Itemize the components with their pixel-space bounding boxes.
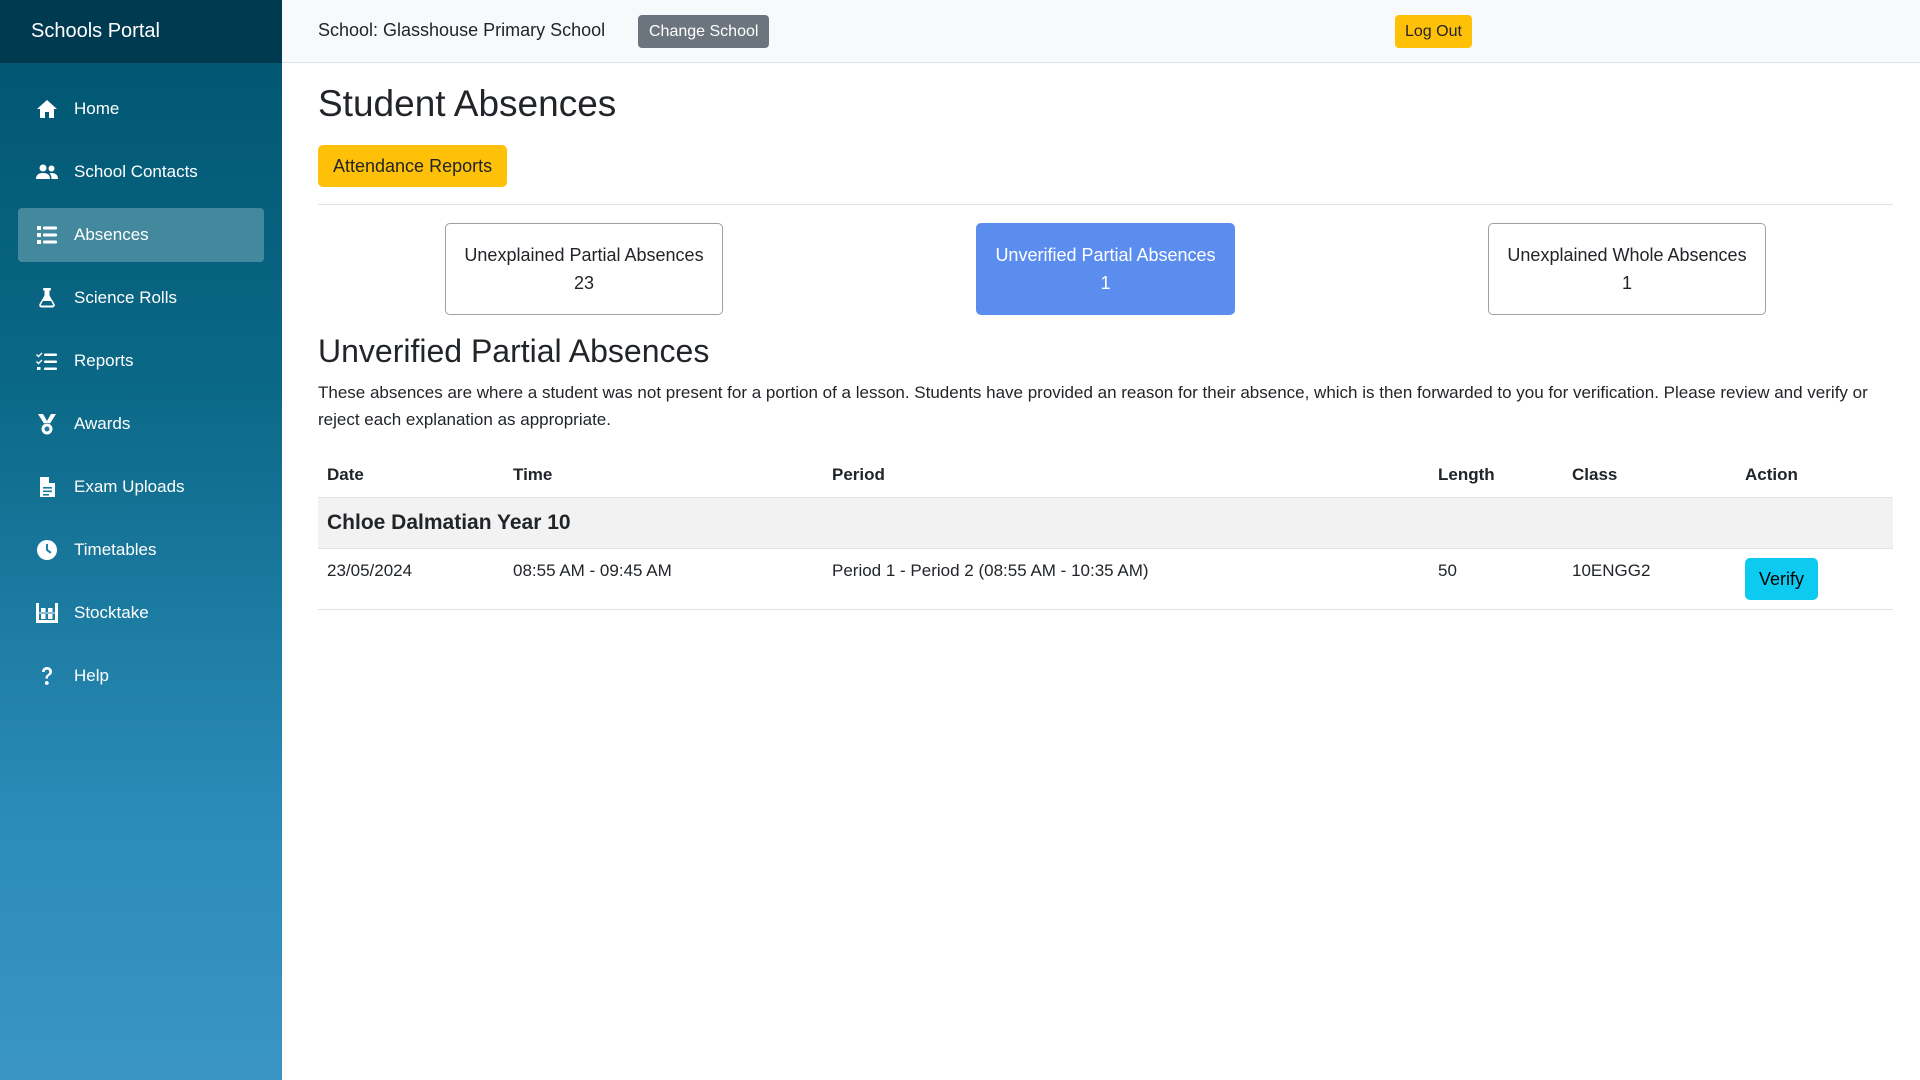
section-description: These absences are where a student was n… [318, 383, 1868, 429]
sidebar-item-label: Help [74, 666, 109, 685]
card-count: 1 [1100, 273, 1111, 293]
checklist-icon [34, 348, 60, 374]
home-icon [34, 96, 60, 122]
attendance-reports-button[interactable]: Attendance Reports [318, 145, 508, 187]
top-bar: School: Glasshouse Primary School Change… [282, 0, 1920, 63]
clock-icon [34, 537, 60, 563]
card-label: Unverified Partial Absences [995, 245, 1216, 265]
cell-length: 50 [1438, 561, 1457, 580]
header-time: Time [513, 465, 553, 484]
sidebar-item-school-contacts[interactable]: School Contacts [18, 145, 264, 199]
divider [318, 204, 1893, 205]
medal-icon [34, 411, 60, 437]
sidebar-item-science-rolls[interactable]: Science Rolls [18, 271, 264, 325]
sidebar-item-label: Reports [74, 351, 134, 370]
change-school-button[interactable]: Change School [638, 15, 770, 48]
header-period: Period [832, 465, 885, 484]
sidebar-nav: Home School Contacts Absences Science Ro… [0, 63, 282, 703]
cell-period: Period 1 - Period 2 (08:55 AM - 10:35 AM… [832, 561, 1149, 580]
sidebar-item-reports[interactable]: Reports [18, 334, 264, 388]
table-header: Date Time Period Length Class Action [318, 453, 1893, 497]
sidebar-item-label: Exam Uploads [74, 477, 185, 496]
warehouse-icon [34, 600, 60, 626]
card-unexplained-whole-absences[interactable]: Unexplained Whole Absences 1 [1488, 223, 1766, 315]
flask-icon [34, 285, 60, 311]
sidebar: Schools Portal Home School Contacts Abse… [0, 0, 282, 1080]
sidebar-item-label: Timetables [74, 540, 157, 559]
card-label: Unexplained Whole Absences [1507, 245, 1747, 265]
absences-table: Date Time Period Length Class Action Chl… [318, 453, 1893, 610]
card-count: 23 [573, 273, 595, 293]
sidebar-item-label: School Contacts [74, 162, 198, 181]
users-icon [34, 159, 60, 185]
sidebar-item-exam-uploads[interactable]: Exam Uploads [18, 460, 264, 514]
log-out-button[interactable]: Log Out [1395, 15, 1472, 48]
list-icon [34, 222, 60, 248]
document-icon [34, 474, 60, 500]
sidebar-item-label: Stocktake [74, 603, 149, 622]
section-title: Unverified Partial Absences [318, 333, 710, 369]
verify-button[interactable]: Verify [1745, 558, 1819, 600]
cell-action: Verify [1745, 558, 1819, 600]
sidebar-item-timetables[interactable]: Timetables [18, 523, 264, 577]
page-title: Student Absences [318, 83, 617, 124]
question-icon [34, 663, 60, 689]
sidebar-item-awards[interactable]: Awards [18, 397, 264, 451]
sidebar-item-help[interactable]: Help [18, 649, 264, 703]
card-unverified-partial-absences[interactable]: Unverified Partial Absences 1 [976, 223, 1235, 315]
current-school-label: School: Glasshouse Primary School [318, 20, 606, 40]
sidebar-item-absences[interactable]: Absences [18, 208, 264, 262]
sidebar-item-label: Science Rolls [74, 288, 177, 307]
card-count: 1 [1621, 273, 1632, 293]
student-group-row: Chloe Dalmatian Year 10 [318, 497, 1893, 549]
table-row: 23/05/2024 08:55 AM - 09:45 AM Period 1 … [318, 549, 1893, 610]
sidebar-item-stocktake[interactable]: Stocktake [18, 586, 264, 640]
sidebar-item-home[interactable]: Home [18, 82, 264, 136]
card-label: Unexplained Partial Absences [464, 245, 704, 265]
header-action: Action [1745, 465, 1798, 484]
brand-title[interactable]: Schools Portal [0, 0, 282, 63]
cell-class: 10ENGG2 [1572, 561, 1651, 580]
sidebar-item-label: Home [74, 99, 120, 118]
header-class: Class [1572, 465, 1618, 484]
sidebar-item-label: Awards [74, 414, 131, 433]
cell-date: 23/05/2024 [327, 561, 413, 580]
cell-time: 08:55 AM - 09:45 AM [513, 561, 672, 580]
header-length: Length [1438, 465, 1495, 484]
card-unexplained-partial-absences[interactable]: Unexplained Partial Absences 23 [445, 223, 723, 315]
sidebar-item-label: Absences [74, 225, 149, 244]
header-date: Date [327, 465, 364, 484]
